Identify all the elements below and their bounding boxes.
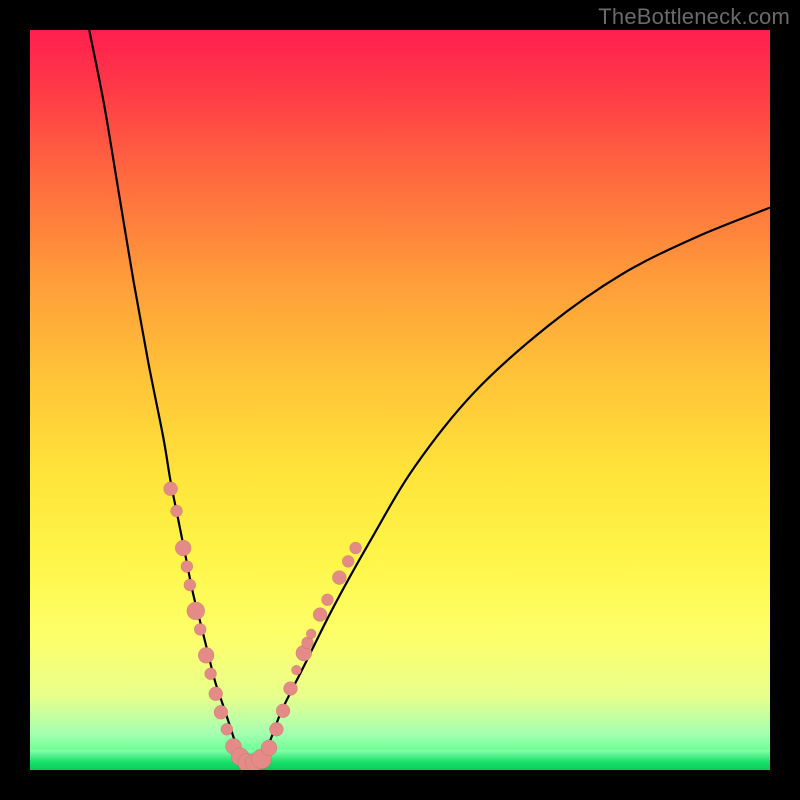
scatter-dot [296,645,312,661]
scatter-dot [350,542,362,554]
scatter-dot [269,722,283,736]
scatter-dot [214,705,228,719]
scatter-dot [221,723,233,735]
green-baseline-strip [30,750,770,770]
right-curve-path [245,208,770,764]
scatter-dot [291,665,301,675]
watermark-text: TheBottleneck.com [598,4,790,30]
scatter-dot [209,687,223,701]
scatter-dot [187,602,205,620]
scatter-dot [342,555,354,567]
scatter-dot [164,482,178,496]
scatter-dot [194,623,206,635]
scatter-dots-group [164,482,362,770]
plot-area [30,30,770,770]
scatter-dot [181,561,193,573]
scatter-dot [283,682,297,696]
scatter-dot [302,637,314,649]
scatter-dot [332,571,346,585]
left-curve-path [89,30,244,763]
scatter-dot [198,647,214,663]
scatter-dot [306,629,316,639]
scatter-dot [175,540,191,556]
scatter-dot [313,608,327,622]
scatter-dot [184,579,196,591]
scatter-dot [276,704,290,718]
scatter-dot [205,668,217,680]
scatter-dot [321,594,333,606]
scatter-dot [171,505,183,517]
chart-frame: TheBottleneck.com [0,0,800,800]
chart-svg [30,30,770,770]
